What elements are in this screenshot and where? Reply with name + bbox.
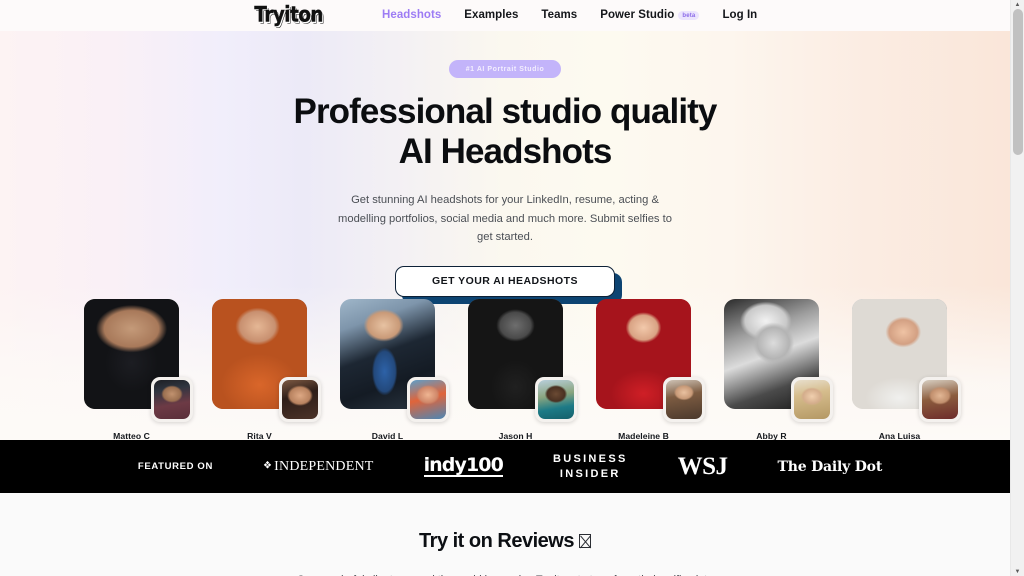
- showcase-name: Jason H: [498, 431, 533, 440]
- showcase-photo: [340, 299, 449, 422]
- logo-the-daily-dot[interactable]: The Daily Dot: [778, 460, 883, 474]
- nav-link-power-studio[interactable]: Power Studio beta: [600, 8, 700, 22]
- nav-link-headshots[interactable]: Headshots: [382, 9, 441, 22]
- scrollbar-thumb[interactable]: [1013, 9, 1023, 155]
- site-header: Tryiton Headshots Examples Teams Power S…: [0, 0, 1010, 31]
- reviews-subtitle: Our wonderful clients around the world l…: [290, 572, 720, 576]
- showcase-photo: [852, 299, 961, 422]
- showcase-card[interactable]: Jason H Product Engineer, AWS: [468, 299, 577, 440]
- showcase-gallery: Matteo C Advertising Director, Ink Globa…: [84, 299, 961, 440]
- hero-eyebrow-badge: #1 AI Portrait Studio: [448, 60, 562, 78]
- showcase-before-thumbnail: [663, 377, 705, 422]
- showcase-card[interactable]: Matteo C Advertising Director, Ink Globa…: [84, 299, 193, 440]
- showcase-card[interactable]: Ana Luisa HR Advisor, JAL: [852, 299, 961, 440]
- logo-indy100[interactable]: indy100: [423, 455, 504, 478]
- page-title: Professional studio quality AI Headshots: [0, 92, 1010, 174]
- hero-subtitle: Get stunning AI headshots for your Linke…: [338, 194, 672, 243]
- showcase-before-thumbnail: [407, 377, 449, 422]
- showcase-card[interactable]: David L CEO, Primeon Realty: [340, 299, 449, 440]
- showcase-photo: [468, 299, 577, 422]
- main-navigation: Headshots Examples Teams Power Studio be…: [382, 8, 757, 22]
- logo-independent[interactable]: ❖ INDEPENDENT: [263, 459, 374, 475]
- showcase-before-thumbnail: [279, 377, 321, 422]
- reviews-heading-text: Try it on Reviews: [419, 530, 574, 552]
- page-scrollbar[interactable]: ▲ ▼: [1010, 0, 1024, 576]
- featured-on-label: FEATURED ON: [137, 461, 213, 472]
- hero-title-line-1: Professional studio quality: [293, 91, 718, 131]
- showcase-name: Rita V: [247, 431, 272, 440]
- logo-wsj[interactable]: WSJ: [678, 454, 728, 479]
- nav-link-teams[interactable]: Teams: [541, 9, 577, 22]
- hero-title-line-2: AI Headshots: [398, 132, 613, 172]
- scroll-up-arrow-icon[interactable]: ▲: [1011, 0, 1024, 9]
- showcase-before-thumbnail: [919, 377, 961, 422]
- showcase-card[interactable]: Abby R Director of Social, Try it on AI: [724, 299, 833, 440]
- nav-link-examples[interactable]: Examples: [464, 9, 518, 22]
- page-content: Tryiton Headshots Examples Teams Power S…: [0, 0, 1010, 576]
- beta-badge: beta: [678, 10, 700, 21]
- site-logo[interactable]: Tryiton: [254, 4, 323, 26]
- showcase-name: Matteo C: [113, 431, 150, 440]
- showcase-photo: [596, 299, 705, 422]
- nav-link-power-studio-label: Power Studio: [600, 8, 675, 21]
- showcase-name: Madeleine B: [618, 431, 669, 440]
- get-your-ai-headshots-button[interactable]: GET YOUR AI HEADSHOTS: [395, 265, 615, 297]
- showcase-name: David L: [371, 431, 404, 440]
- showcase-name: Ana Luisa: [878, 431, 921, 440]
- showcase-name: Abby R: [756, 431, 787, 440]
- missing-emoji-glyph: [578, 534, 591, 548]
- logo-business-insider[interactable]: BUSINESS INSIDER: [553, 452, 628, 480]
- reviews-section: Try it on Reviews Our wonderful clients …: [0, 493, 1010, 576]
- browser-viewport: Tryiton Headshots Examples Teams Power S…: [0, 0, 1024, 576]
- showcase-before-thumbnail: [535, 377, 577, 422]
- scroll-down-arrow-icon[interactable]: ▼: [1011, 567, 1024, 576]
- showcase-photo: [84, 299, 193, 422]
- cta-button-shadow: GET YOUR AI HEADSHOTS: [395, 265, 622, 304]
- logo-independent-text: INDEPENDENT: [274, 458, 374, 474]
- showcase-card[interactable]: Madeleine B Hollywood Actress: [596, 299, 705, 440]
- showcase-before-thumbnail: [791, 377, 833, 422]
- nav-link-login[interactable]: Log In: [722, 9, 757, 22]
- hero-section: #1 AI Portrait Studio Professional studi…: [0, 31, 1010, 440]
- logo-bi-line-1: BUSINESS: [552, 453, 628, 466]
- showcase-before-thumbnail: [151, 377, 193, 422]
- showcase-photo: [212, 299, 321, 422]
- independent-eagle-icon: ❖: [262, 460, 273, 471]
- featured-on-bar: FEATURED ON ❖ INDEPENDENT indy100 BUSINE…: [0, 440, 1010, 493]
- logo-bi-line-2: INSIDER: [559, 467, 621, 480]
- showcase-card[interactable]: Rita V VP, BNP Paribas: [212, 299, 321, 440]
- showcase-photo: [724, 299, 833, 422]
- reviews-heading: Try it on Reviews: [0, 530, 1010, 553]
